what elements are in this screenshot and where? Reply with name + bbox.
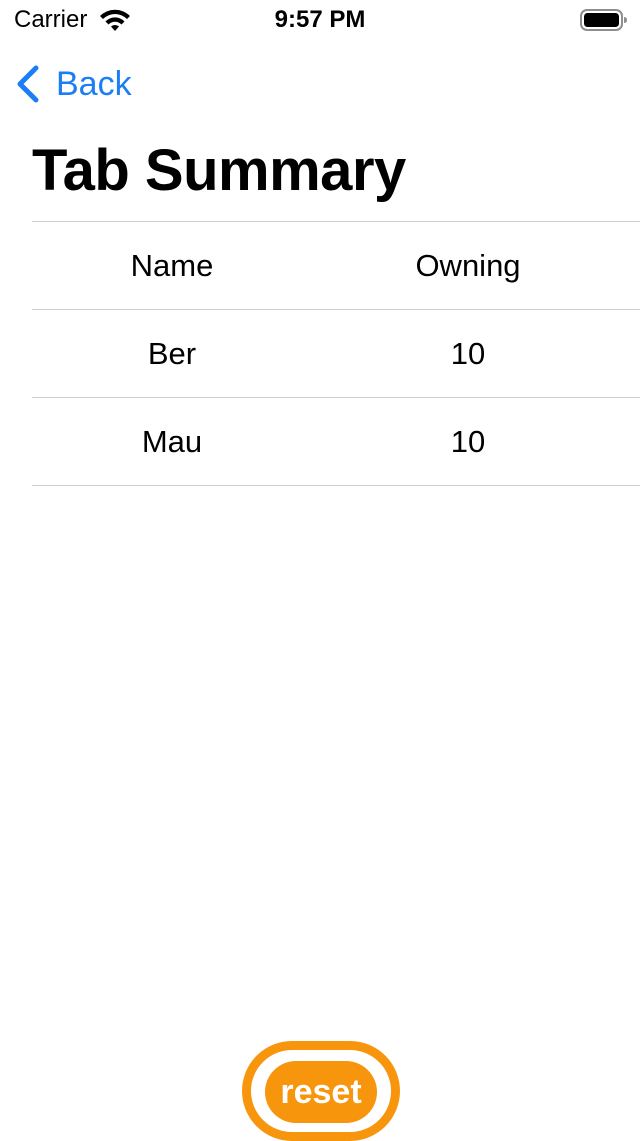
back-label: Back xyxy=(56,65,132,103)
clock: 9:57 PM xyxy=(274,6,366,33)
table-row: Ber 10 xyxy=(32,309,640,397)
summary-table: Name Owning Ber 10 Mau 10 xyxy=(32,221,640,486)
row-name-cell: Ber xyxy=(147,336,197,371)
chevron-left-icon xyxy=(17,65,39,103)
table-header-row: Name Owning xyxy=(32,221,640,309)
reset-button[interactable]: reset xyxy=(242,1041,400,1141)
row-name-cell: Mau xyxy=(141,424,203,459)
page-title: Tab Summary xyxy=(32,138,406,203)
row-owning-cell: 10 xyxy=(450,336,486,371)
column-header-owning: Owning xyxy=(415,248,521,283)
column-header-name: Name xyxy=(130,248,214,283)
reset-label: reset xyxy=(265,1061,377,1123)
back-button[interactable]: Back xyxy=(14,62,132,106)
battery-icon xyxy=(580,9,627,31)
status-bar: Carrier 9:57 PM xyxy=(0,0,640,40)
table-row: Mau 10 xyxy=(32,397,640,486)
row-owning-cell: 10 xyxy=(450,424,486,459)
